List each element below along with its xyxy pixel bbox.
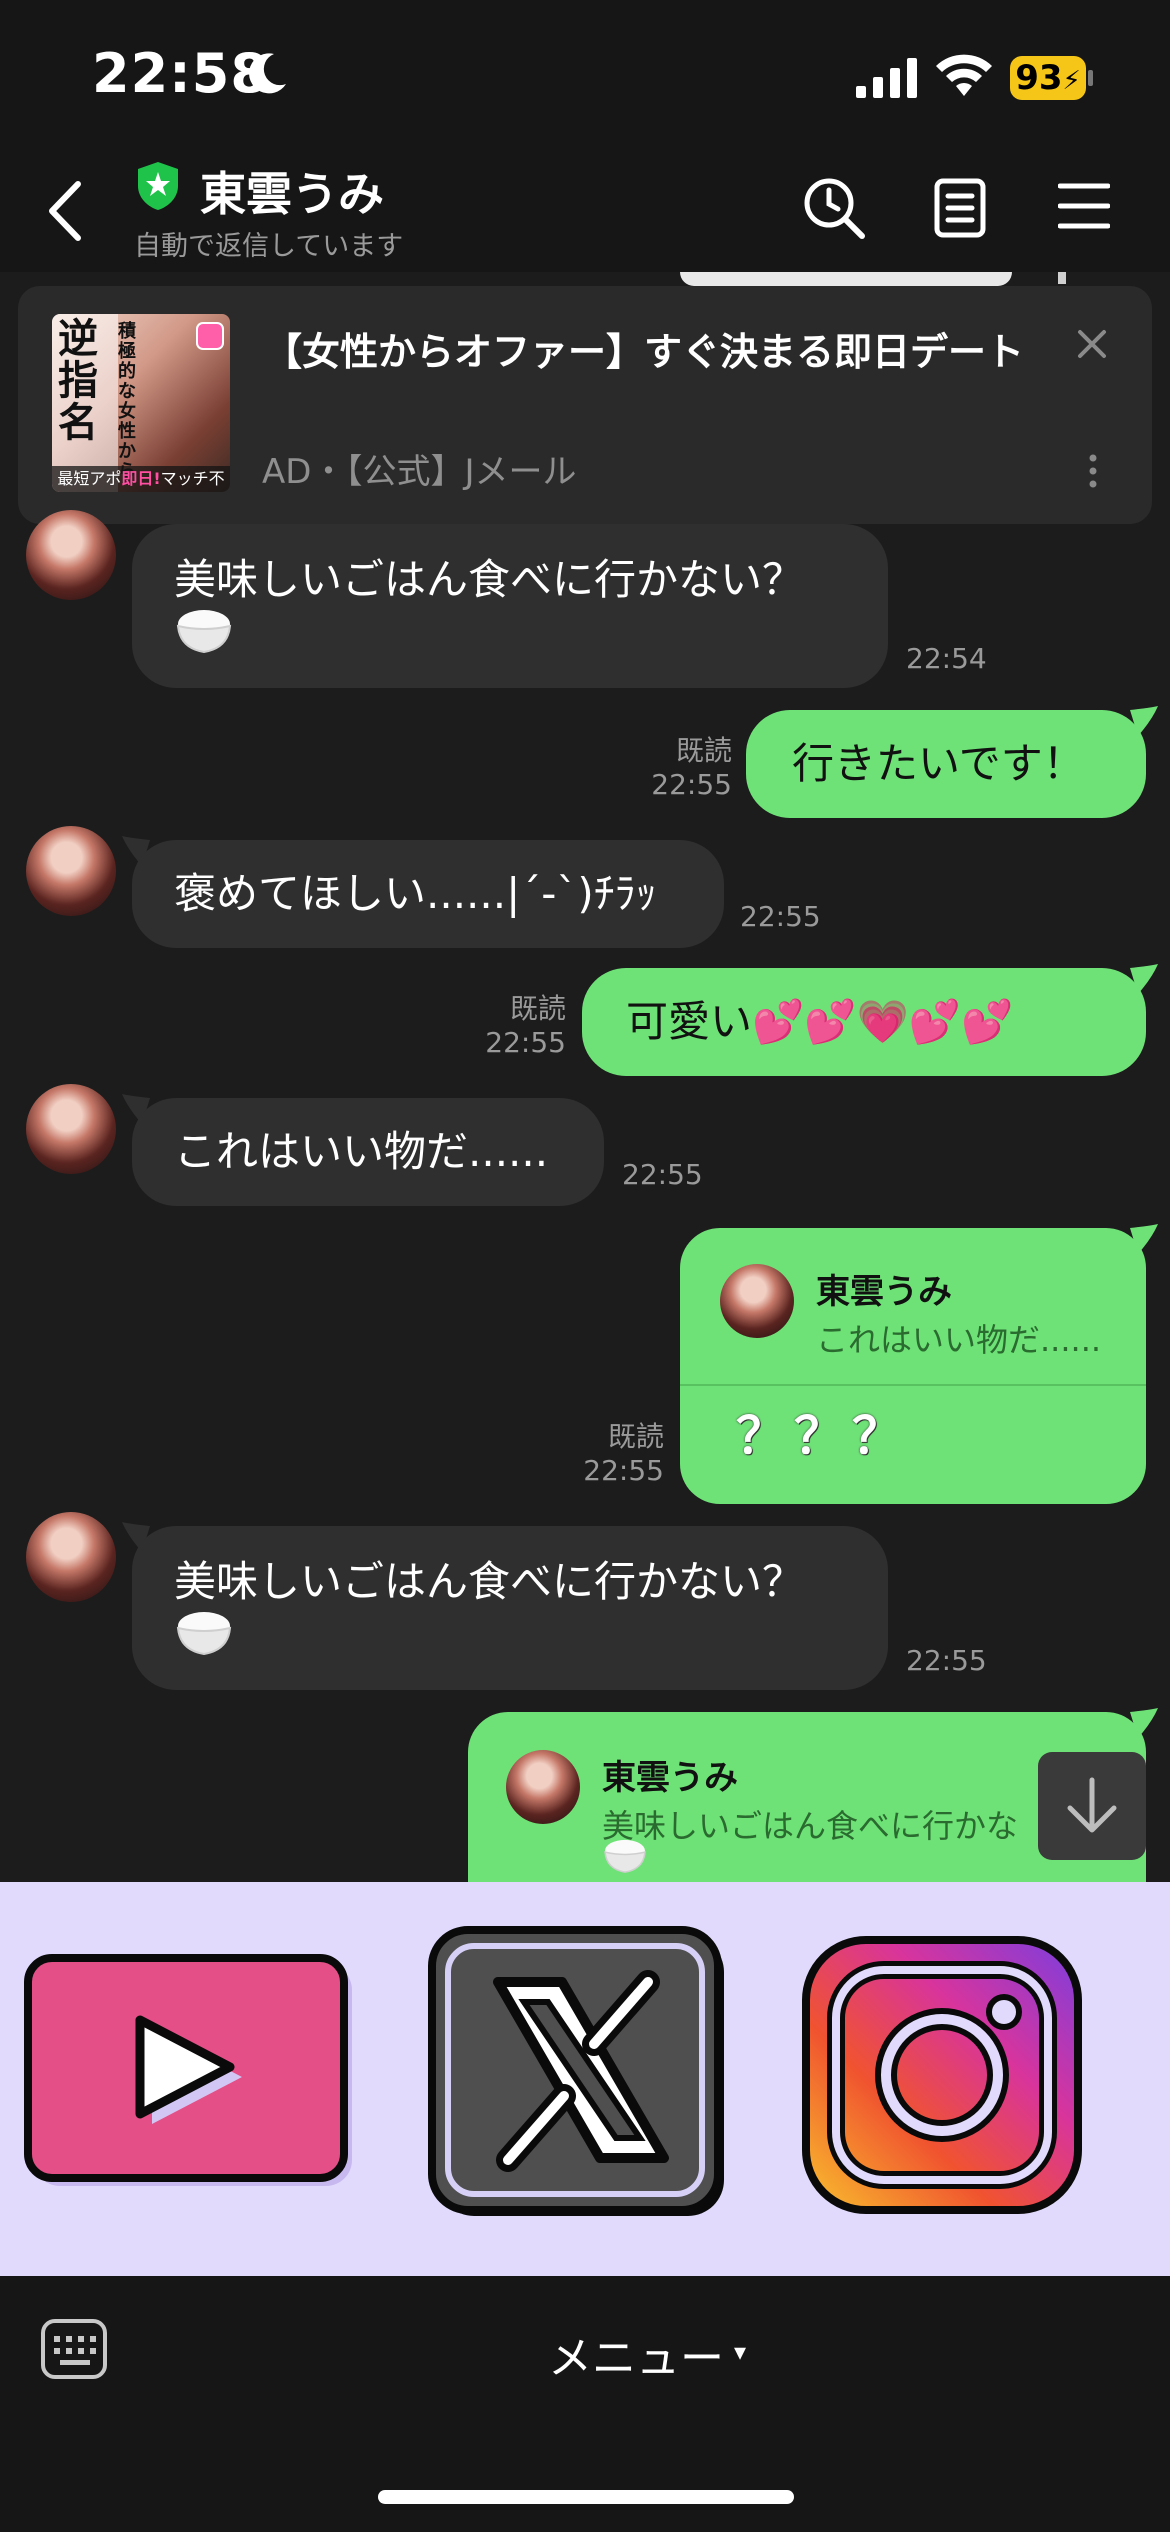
chat-title: 東雲うみ (200, 167, 384, 221)
message-time: 22:55 (583, 1454, 664, 1487)
ad-thumb-foot-prefix: 最短アポ (57, 469, 122, 488)
ad-thumb-foot-highlight: 即日! (121, 469, 161, 488)
instagram-icon[interactable] (800, 1934, 1084, 2216)
more-vertical-icon[interactable] (1088, 454, 1098, 488)
message-text: 行きたいです！ (792, 739, 1085, 788)
message-time: 22:55 (651, 768, 732, 801)
rice-bowl-icon (604, 1839, 646, 1873)
chat-screen: 22:58 93⚡ 東雲うみ 自動で返信しています 逆指名 積極的な女性か 最短… (0, 0, 1170, 2532)
x-twitter-icon[interactable] (428, 1926, 728, 2220)
battery-level: 93 (1015, 58, 1063, 98)
chat-subtitle: 自動で返信しています (134, 231, 404, 262)
message-time: 22:54 (906, 642, 987, 675)
ad-thumb-side-text: 積極的な女性から (118, 321, 136, 482)
message-text: これはいい物だ...... (174, 1127, 549, 1176)
message-text: 可愛い💕💕💗💕💕 (626, 997, 1014, 1046)
moon-icon (249, 53, 286, 94)
search-history-icon[interactable] (802, 176, 866, 240)
wifi-icon (936, 54, 992, 96)
charging-bolt-icon: ⚡ (1062, 66, 1081, 96)
message-text: 美味しいごはん食べに行かない？ (174, 555, 805, 604)
message-time: 22:55 (485, 1026, 566, 1059)
app-badge-icon (196, 322, 224, 350)
message-text: ？？？ (736, 1407, 910, 1465)
message-text: 美味しいごはん食べに行かない？ (174, 1557, 805, 1606)
bubble-tail (1130, 964, 1158, 994)
battery-indicator: 93⚡ (1010, 56, 1086, 100)
read-label: 既読 (509, 992, 566, 1025)
ad-thumbnail[interactable]: 逆指名 積極的な女性から 最短アポ即日!マッチ不要! (52, 314, 230, 492)
sticker-fragment (680, 272, 1012, 286)
home-indicator (378, 2490, 794, 2504)
ad-sponsor: AD・【公式】Jメール (262, 452, 577, 492)
message-bubble-incoming[interactable]: これはいい物だ...... (132, 1098, 604, 1206)
reply-quote-text: 美味しいごはん食べに行かな (602, 1807, 1019, 1845)
reply-bubble-outgoing[interactable]: 東雲うみ これはいい物だ...... ？？？ (680, 1228, 1146, 1504)
keyboard-icon[interactable] (40, 2318, 108, 2380)
message-time: 22:55 (906, 1644, 987, 1677)
rich-menu-toggle[interactable]: メニュー (548, 2322, 724, 2386)
bubble-tail (1130, 1224, 1158, 1254)
message-time: 22:55 (740, 900, 821, 933)
reply-avatar (720, 1264, 794, 1338)
avatar[interactable] (26, 826, 116, 916)
reply-avatar (506, 1750, 580, 1824)
ad-title[interactable]: 【女性からオファー】すぐ決まる即日デート (264, 324, 1024, 380)
avatar[interactable] (26, 1512, 116, 1602)
message-bubble-incoming[interactable]: 美味しいごはん食べに行かない？ (132, 1526, 888, 1690)
verified-shield-icon (138, 162, 178, 210)
reply-divider (680, 1384, 1146, 1386)
read-label: 既読 (675, 734, 732, 767)
caret-down-icon[interactable]: ▾ (734, 2338, 746, 2366)
menu-icon[interactable] (1058, 182, 1110, 230)
close-icon[interactable] (1074, 326, 1110, 362)
read-receipt: 既読 22:55 (552, 1420, 664, 1488)
signal-icon (856, 58, 917, 98)
message-bubble-incoming[interactable]: 褒めてほしい......|´-`)ﾁﾗｯ (132, 840, 724, 948)
reply-quote-text: これはいい物だ...... (816, 1321, 1102, 1359)
status-time: 22:58 (92, 42, 269, 105)
read-receipt: 既読 22:55 (454, 992, 566, 1060)
avatar[interactable] (26, 510, 116, 600)
message-bubble-outgoing[interactable]: 行きたいです！ (746, 710, 1146, 818)
message-bubble-incoming[interactable]: 美味しいごはん食べに行かない？ (132, 524, 888, 688)
notes-icon[interactable] (934, 178, 986, 238)
avatar[interactable] (26, 1084, 116, 1174)
read-receipt: 既読 22:55 (620, 734, 732, 802)
bubble-tail (1130, 1708, 1158, 1738)
message-time: 22:55 (622, 1158, 703, 1191)
ad-thumb-main-text: 逆指名 (58, 316, 98, 446)
back-icon[interactable] (44, 180, 88, 242)
sticker-fragment (1058, 272, 1066, 284)
arrow-down-icon (1067, 1777, 1117, 1833)
youtube-icon[interactable] (24, 1954, 356, 2192)
ad-thumb-footer: 最短アポ即日!マッチ不要! (52, 466, 230, 492)
read-label: 既読 (607, 1420, 664, 1453)
bubble-tail (1130, 706, 1158, 736)
rice-bowl-icon (176, 1612, 232, 1656)
message-bubble-outgoing[interactable]: 可愛い💕💕💗💕💕 (582, 968, 1146, 1076)
scroll-to-bottom-button[interactable] (1038, 1752, 1146, 1860)
message-text: 褒めてほしい......|´-`)ﾁﾗｯ (174, 869, 657, 918)
battery-tip (1088, 70, 1093, 86)
rice-bowl-icon (176, 610, 232, 654)
